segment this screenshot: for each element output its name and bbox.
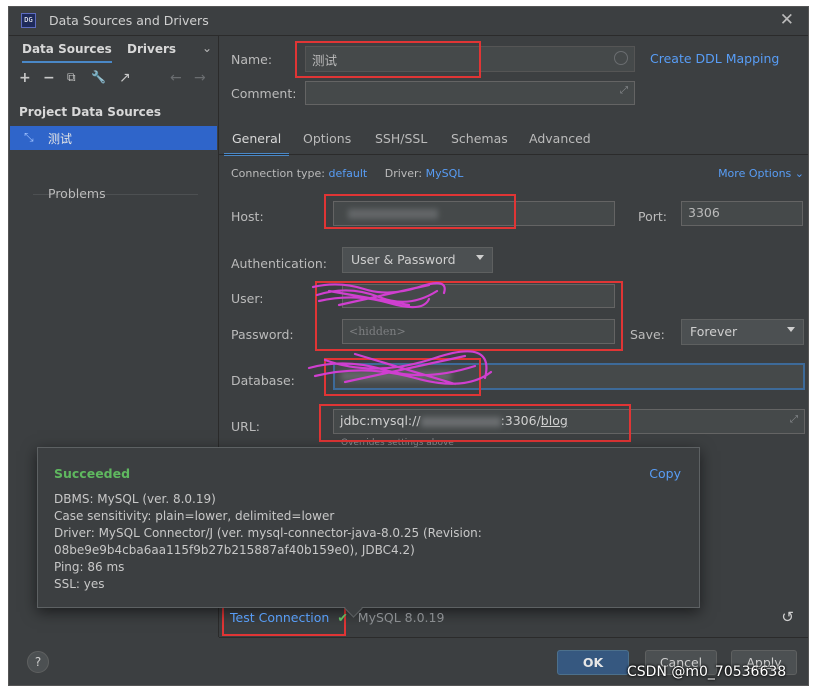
redacted-database xyxy=(341,371,451,381)
sidebar-toolbar: + − ⧉ 🔧 ↗ ← → xyxy=(9,70,218,92)
window-title: Data Sources and Drivers xyxy=(49,13,209,28)
sidebar-item-label: 测试 xyxy=(48,132,73,146)
reset-icon[interactable]: ↺ xyxy=(781,608,794,626)
tab-schemas[interactable]: Schemas xyxy=(451,131,508,146)
dropdown-arrow-icon xyxy=(476,255,484,260)
result-line: DBMS: MySQL (ver. 8.0.19) xyxy=(54,492,216,506)
mysql-version-label: MySQL 8.0.19 xyxy=(357,610,445,625)
more-options-toggle[interactable]: More Options ⌄ xyxy=(718,167,804,180)
datagrip-app-icon: DG xyxy=(21,13,36,28)
navigate-icon[interactable]: ↗ xyxy=(119,70,131,86)
close-icon[interactable]: ✕ xyxy=(780,10,794,30)
save-label: Save: xyxy=(630,327,665,342)
url-database: blog xyxy=(540,413,568,428)
authentication-value: User & Password xyxy=(351,252,456,267)
tab-data-sources[interactable]: Data Sources xyxy=(22,42,112,63)
port-value: 3306 xyxy=(688,205,720,220)
user-field[interactable] xyxy=(342,284,615,308)
mysql-dolphin-icon: ⤡ xyxy=(24,130,34,144)
status-succeeded: Succeeded xyxy=(54,466,131,481)
chevron-down-icon[interactable]: ⌄ xyxy=(202,41,212,55)
expand-icon[interactable]: ⤢ xyxy=(790,414,798,425)
title-bar: DG Data Sources and Drivers ✕ xyxy=(9,7,808,36)
test-connection-link[interactable]: Test Connection xyxy=(230,610,329,625)
comment-field[interactable]: ⤢ xyxy=(305,81,635,105)
connection-type-row: Connection type: default Driver: MySQL xyxy=(231,167,463,180)
connection-result-popup: Succeeded Copy DBMS: MySQL (ver. 8.0.19)… xyxy=(37,447,700,608)
create-ddl-mapping-link[interactable]: Create DDL Mapping xyxy=(650,51,779,66)
result-line: 08be9e9b4cba6aa115f9b27b215887af40b159e0… xyxy=(54,543,415,557)
authentication-label: Authentication: xyxy=(231,256,327,271)
test-connection-row: Test Connection ✔ MySQL 8.0.19 xyxy=(230,610,444,625)
save-value: Forever xyxy=(690,324,738,339)
dropdown-arrow-icon xyxy=(787,327,795,332)
tab-drivers[interactable]: Drivers xyxy=(127,42,176,56)
connection-type-link[interactable]: default xyxy=(329,167,368,180)
tab-general[interactable]: General xyxy=(223,131,290,156)
name-field-value: 测试 xyxy=(312,53,338,68)
result-line: Driver: MySQL Connector/J (ver. mysql-co… xyxy=(54,526,482,540)
save-select[interactable]: Forever xyxy=(681,319,804,345)
connection-type-label: Connection type: xyxy=(231,167,326,180)
more-options-link[interactable]: More Options xyxy=(718,167,791,180)
color-circle-icon[interactable] xyxy=(614,51,628,65)
sidebar-tabs: Data Sources Drivers ⌄ xyxy=(9,36,218,64)
driver-link[interactable]: MySQL xyxy=(426,167,464,180)
csdn-watermark: CSDN @m0_70536638 xyxy=(627,664,787,680)
add-icon[interactable]: + xyxy=(19,70,31,86)
redacted-url-host xyxy=(420,416,501,427)
tabs-divider xyxy=(219,154,808,155)
result-line: Ping: 86 ms xyxy=(54,560,125,574)
help-button[interactable]: ? xyxy=(27,651,49,673)
user-label: User: xyxy=(231,291,264,306)
url-field[interactable]: jdbc:mysql:// :3306/blog ⤢ xyxy=(333,409,805,434)
password-field[interactable]: <hidden> xyxy=(342,319,615,344)
url-port: :3306/ xyxy=(500,413,541,428)
password-placeholder: <hidden> xyxy=(349,325,406,338)
expand-icon[interactable]: ⤢ xyxy=(620,85,628,96)
wrench-icon[interactable]: 🔧 xyxy=(91,70,106,84)
sidebar-item-test[interactable]: ⤡ 测试 xyxy=(10,126,217,150)
settings-tabs: General Options SSH/SSL Schemas Advanced xyxy=(219,123,808,156)
password-label: Password: xyxy=(231,327,294,342)
driver-label: Driver: xyxy=(384,167,423,180)
project-data-sources-heading: Project Data Sources xyxy=(19,105,162,119)
port-label: Port: xyxy=(638,209,667,224)
database-label: Database: xyxy=(231,373,295,388)
authentication-select[interactable]: User & Password xyxy=(342,247,493,273)
back-arrow-icon[interactable]: ← xyxy=(170,70,182,86)
database-field[interactable] xyxy=(333,363,805,390)
tab-options[interactable]: Options xyxy=(303,131,351,146)
success-check-icon: ✔ xyxy=(337,610,348,625)
url-prefix: jdbc:mysql:// xyxy=(340,413,421,428)
ok-button[interactable]: OK xyxy=(557,650,629,675)
name-label: Name: xyxy=(231,52,273,67)
host-field[interactable] xyxy=(333,201,615,226)
chevron-down-icon: ⌄ xyxy=(794,167,804,180)
copy-icon[interactable]: ⧉ xyxy=(67,70,76,85)
tab-ssh-ssl[interactable]: SSH/SSL xyxy=(375,131,427,146)
name-field[interactable]: 测试 xyxy=(305,46,635,72)
sidebar-item-problems[interactable]: Problems xyxy=(48,186,106,201)
forward-arrow-icon[interactable]: → xyxy=(194,70,206,86)
tab-advanced[interactable]: Advanced xyxy=(529,131,591,146)
comment-label: Comment: xyxy=(231,86,297,101)
dialog-window: DG Data Sources and Drivers ✕ Data Sourc… xyxy=(8,6,809,686)
redacted-host xyxy=(348,209,438,219)
host-label: Host: xyxy=(231,209,264,224)
port-field[interactable]: 3306 xyxy=(681,201,803,226)
remove-icon[interactable]: − xyxy=(43,70,55,86)
result-line: Case sensitivity: plain=lower, delimited… xyxy=(54,509,335,523)
url-label: URL: xyxy=(231,419,261,434)
result-line: SSL: yes xyxy=(54,577,105,591)
copy-link[interactable]: Copy xyxy=(649,466,681,481)
